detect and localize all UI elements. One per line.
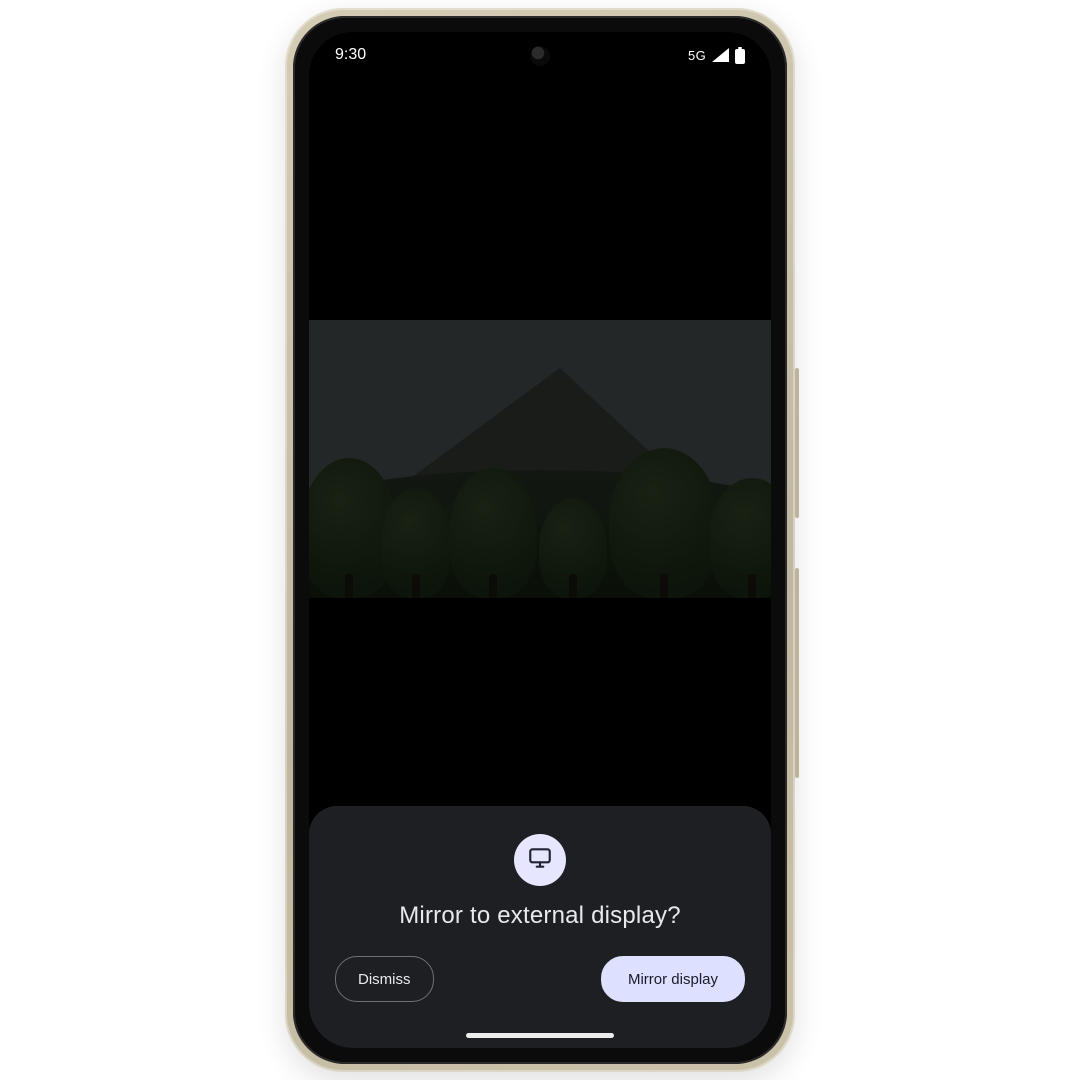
stage: 9:30 5G [0, 0, 1080, 1080]
screen-content: 9:30 5G [309, 32, 771, 1048]
mirror-dialog-sheet: Mirror to external display? Dismiss Mirr… [309, 806, 771, 1048]
battery-icon [735, 47, 745, 64]
network-label: 5G [688, 48, 706, 63]
mirror-display-button[interactable]: Mirror display [601, 956, 745, 1002]
dialog-button-row: Dismiss Mirror display [327, 956, 753, 1002]
front-camera [530, 46, 550, 66]
status-time: 9:30 [335, 46, 366, 64]
phone-frame: 9:30 5G [285, 8, 795, 1072]
monitor-icon [527, 845, 553, 876]
gesture-nav-bar[interactable] [466, 1033, 614, 1038]
signal-icon [712, 48, 729, 62]
monitor-icon-badge [514, 834, 566, 886]
dismiss-button[interactable]: Dismiss [335, 956, 434, 1002]
dialog-title: Mirror to external display? [327, 902, 753, 930]
phone-screen: 9:30 5G [309, 32, 771, 1048]
phone-bezel: 9:30 5G [293, 16, 787, 1064]
status-right: 5G [688, 47, 745, 64]
